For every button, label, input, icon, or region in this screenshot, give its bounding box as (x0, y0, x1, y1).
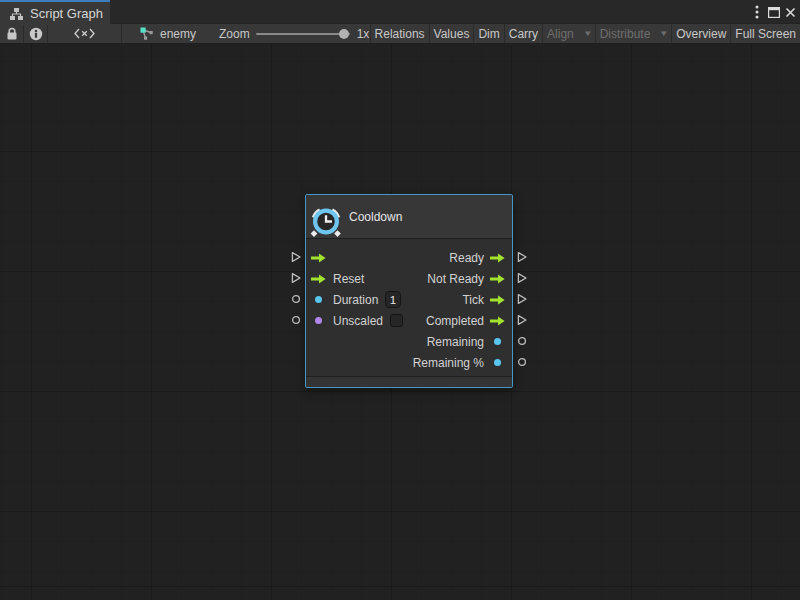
node-title: Cooldown (342, 210, 402, 224)
flow-stub-triangle-icon (290, 272, 302, 284)
toolbar-button-label: Carry (509, 27, 538, 41)
port-row-ready[interactable]: Ready (306, 247, 512, 268)
maximize-icon[interactable] (765, 0, 782, 24)
port-slot[interactable] (490, 357, 505, 369)
external-value-port[interactable] (516, 356, 528, 368)
port-label: Remaining (427, 335, 490, 349)
port-label: Ready (449, 251, 490, 265)
zoom-slider[interactable] (256, 24, 350, 43)
toolbar-button-label: Values (434, 27, 470, 41)
toolbar-button-relations[interactable]: Relations (370, 24, 429, 43)
external-flow-port[interactable] (516, 293, 528, 305)
port-slot[interactable] (490, 252, 505, 264)
graph-owner-breadcrumb[interactable]: enemy (122, 24, 219, 43)
alarm-clock-icon (310, 205, 342, 237)
toolbar-button-full-screen[interactable]: Full Screen (730, 24, 800, 43)
dropdown-arrow-icon: ▼ (572, 29, 592, 38)
external-flow-port[interactable] (290, 251, 302, 263)
value-stub-circle-icon (516, 335, 528, 347)
toolbar-button-label: Distribute (600, 27, 651, 41)
external-value-port[interactable] (290, 293, 302, 305)
graph-owner-label: enemy (154, 27, 196, 41)
lock-button[interactable] (0, 24, 24, 43)
port-row-tick[interactable]: Tick (306, 289, 512, 310)
script-machine-icon (140, 27, 154, 40)
flow-stub-triangle-icon (290, 251, 302, 263)
external-value-port[interactable] (516, 335, 528, 347)
port-row-completed[interactable]: Completed (306, 310, 512, 331)
close-icon[interactable] (782, 0, 799, 24)
tab-label: Script Graph (24, 6, 103, 21)
flow-stub-triangle-icon (516, 272, 528, 284)
flow-arrow-icon (490, 316, 505, 326)
dropdown-arrow-icon: ▼ (649, 29, 669, 38)
port-row-not-ready[interactable]: Not Ready (306, 268, 512, 289)
window-controls (748, 0, 800, 24)
port-slot[interactable] (490, 294, 505, 306)
info-icon (29, 27, 43, 41)
code-icon (74, 28, 95, 39)
node-footer (306, 376, 512, 387)
toolbar-buttons: RelationsValuesDimCarryAlign▼Distribute▼… (370, 24, 800, 43)
external-flow-port[interactable] (516, 314, 528, 326)
value-stub-circle-icon (290, 293, 302, 305)
flow-stub-triangle-icon (516, 293, 528, 305)
external-flow-port[interactable] (290, 272, 302, 284)
zoom-slider-handle[interactable] (339, 29, 349, 39)
toolbar-button-distribute: Distribute▼ (595, 24, 672, 43)
value-port-dot (494, 359, 501, 366)
external-value-port[interactable] (290, 314, 302, 326)
flow-arrow-icon (490, 253, 505, 263)
port-label: Not Ready (427, 272, 490, 286)
graph-toolbar: enemy Zoom 1x Relations Values Dim Carry Ali… (0, 24, 800, 44)
graph-hierarchy-icon (9, 7, 24, 21)
toolbar-button-values[interactable]: Values (429, 24, 474, 43)
toolbar-button-label: Relations (375, 27, 425, 41)
port-slot[interactable] (490, 273, 505, 285)
toolbar-button-label: Dim (478, 27, 499, 41)
toolbar-button-carry[interactable]: Carry (504, 24, 542, 43)
toolbar-button-overview[interactable]: Overview (671, 24, 730, 43)
toolbar-button-label: Overview (676, 27, 726, 41)
kebab-menu-icon[interactable] (748, 0, 765, 24)
code-view-button[interactable] (48, 24, 122, 43)
port-label: Tick (462, 293, 490, 307)
port-slot[interactable] (490, 315, 505, 327)
port-row-remaining-[interactable]: Remaining % (306, 352, 512, 373)
zoom-slider-track (256, 33, 350, 35)
port-row-remaining[interactable]: Remaining (306, 331, 512, 352)
tab-script-graph[interactable]: Script Graph (0, 0, 110, 25)
zoom-value: 1x (350, 27, 370, 41)
toolbar-button-label: Full Screen (735, 27, 796, 41)
value-port-dot (494, 338, 501, 345)
flow-stub-triangle-icon (516, 251, 528, 263)
port-label: Remaining % (413, 356, 490, 370)
external-flow-port[interactable] (516, 251, 528, 263)
port-slot[interactable] (490, 336, 505, 348)
toolbar-button-label: Align (547, 27, 574, 41)
external-flow-port[interactable] (516, 272, 528, 284)
zoom-control: Zoom 1x (219, 24, 369, 43)
value-stub-circle-icon (290, 314, 302, 326)
flow-arrow-icon (490, 295, 505, 305)
flow-arrow-icon (490, 274, 505, 284)
flow-stub-triangle-icon (516, 314, 528, 326)
port-label: Completed (426, 314, 490, 328)
lock-icon (6, 27, 18, 40)
info-button[interactable] (24, 24, 48, 43)
node-header[interactable]: Cooldown (306, 195, 512, 239)
toolbar-button-align: Align▼ (542, 24, 595, 43)
tab-bar: Script Graph (0, 0, 800, 24)
graph-canvas[interactable]: Cooldown ResetDuration1UnscaledReady Not… (0, 45, 800, 600)
value-stub-circle-icon (516, 356, 528, 368)
toolbar-button-dim[interactable]: Dim (473, 24, 503, 43)
node-cooldown[interactable]: Cooldown ResetDuration1UnscaledReady Not… (305, 194, 513, 388)
zoom-label: Zoom (219, 27, 256, 41)
